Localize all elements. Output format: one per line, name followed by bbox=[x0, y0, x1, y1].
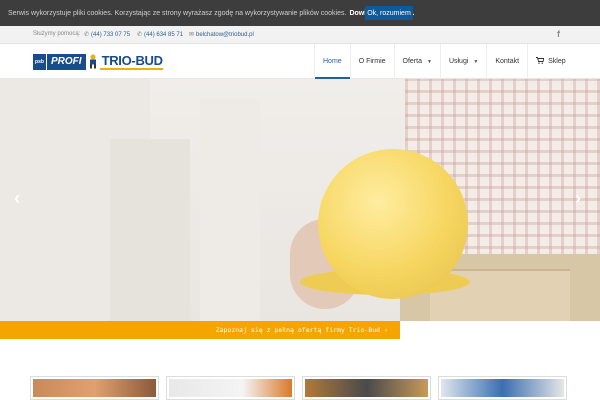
chevron-down-icon: ▼ bbox=[426, 58, 432, 65]
nav-kontakt[interactable]: Kontakt bbox=[486, 44, 527, 79]
nav-o-firmie-label: O Firmie bbox=[358, 58, 386, 65]
nav-sklep-label: Sklep bbox=[548, 58, 566, 65]
phone-1-text: (44) 733 07 75 bbox=[91, 32, 131, 38]
service-thumbnail[interactable] bbox=[166, 376, 295, 400]
phone-icon: ✆ bbox=[84, 32, 90, 38]
phone-icon: ✆ bbox=[137, 32, 143, 38]
main-nav: Home O Firmie Oferta ▼ Usługi ▼ Kontakt … bbox=[314, 44, 574, 79]
phone-1[interactable]: ✆ (44) 733 07 75 bbox=[84, 31, 130, 38]
offer-cta-label: Zapoznaj się z pełną ofertą firmy Trio-B… bbox=[215, 326, 381, 334]
help-label: Służymy pomocą: bbox=[33, 31, 81, 37]
hero-slider: ‹ › bbox=[0, 79, 600, 321]
cookie-accept-button[interactable]: Ok, rozumiem bbox=[365, 6, 413, 20]
email-text: belchatow@triobud.pl bbox=[196, 32, 254, 38]
envelope-icon: ✉ bbox=[189, 32, 195, 38]
chevron-right-icon: › bbox=[384, 326, 388, 334]
nav-home[interactable]: Home bbox=[314, 44, 350, 79]
nav-uslugi[interactable]: Usługi ▼ bbox=[439, 44, 486, 79]
phone-2[interactable]: ✆ (44) 634 85 71 bbox=[137, 31, 183, 38]
nav-home-label: Home bbox=[323, 58, 342, 65]
nav-oferta[interactable]: Oferta ▼ bbox=[393, 44, 440, 79]
chevron-left-icon[interactable]: ‹ bbox=[14, 189, 20, 207]
nav-oferta-label: Oferta bbox=[402, 58, 422, 65]
thumbnail-image bbox=[169, 379, 292, 397]
thumbnail-image bbox=[33, 379, 156, 397]
nav-uslugi-label: Usługi bbox=[448, 58, 469, 65]
hero-overlay bbox=[0, 79, 600, 321]
service-thumbnails bbox=[30, 376, 572, 400]
cookie-bar: Serwis wykorzystuje pliki cookies. Korzy… bbox=[0, 0, 600, 26]
thumbnail-image bbox=[305, 379, 428, 397]
service-thumbnail[interactable] bbox=[30, 376, 159, 400]
nav-kontakt-label: Kontakt bbox=[495, 58, 520, 65]
email-link[interactable]: ✉ belchatow@triobud.pl bbox=[189, 31, 254, 38]
chevron-right-icon[interactable]: › bbox=[575, 189, 581, 207]
service-thumbnail[interactable] bbox=[438, 376, 567, 400]
chevron-down-icon: ▼ bbox=[473, 58, 479, 65]
site-header: psb PROFI TRIO-BUD Home O Firmie Oferta … bbox=[0, 44, 600, 79]
info-bar: Służymy pomocą: ✆ (44) 733 07 75 ✆ (44) 63… bbox=[0, 26, 600, 44]
logo-profi: PROFI bbox=[46, 53, 86, 70]
logo[interactable]: psb PROFI TRIO-BUD bbox=[33, 52, 163, 71]
phone-2-text: (44) 634 85 71 bbox=[144, 32, 184, 38]
nav-sklep[interactable]: Sklep bbox=[527, 44, 574, 79]
facebook-icon[interactable]: f bbox=[557, 29, 560, 39]
service-thumbnail[interactable] bbox=[302, 376, 431, 400]
nav-o-firmie[interactable]: O Firmie bbox=[349, 44, 394, 79]
thumbnail-image bbox=[441, 379, 564, 397]
worker-mascot-icon bbox=[86, 54, 100, 70]
cookie-text: Serwis wykorzystuje pliki cookies. Korzy… bbox=[8, 9, 347, 17]
logo-brand: TRIO-BUD bbox=[99, 53, 163, 70]
cart-icon bbox=[536, 57, 545, 66]
offer-cta-bar[interactable]: Zapoznaj się z pełną ofertą firmy Trio-B… bbox=[0, 321, 400, 339]
logo-psb: psb bbox=[33, 53, 46, 70]
